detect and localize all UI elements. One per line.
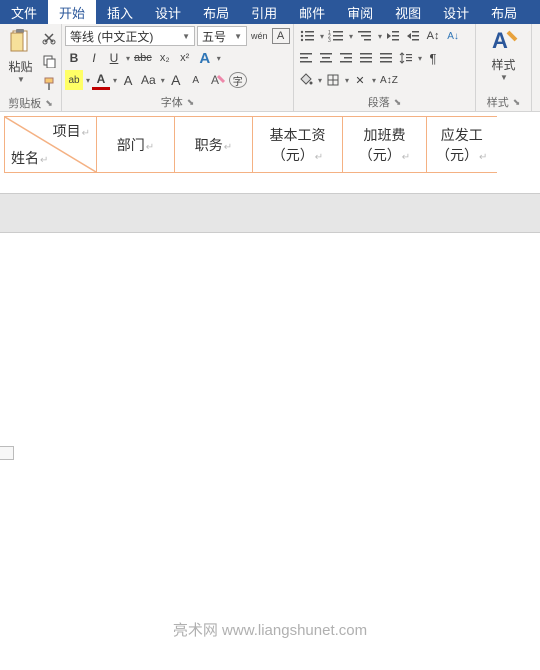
enclose-char-button[interactable]: 字 <box>229 72 247 88</box>
styles-button[interactable]: A 样式 ▼ <box>486 26 522 86</box>
clear-format-button[interactable]: A <box>207 70 227 90</box>
align-center-button[interactable] <box>317 48 335 68</box>
diag-bottom-label: 姓名↵ <box>11 148 48 168</box>
tab-design[interactable]: 设计 <box>144 0 192 24</box>
align-distributed-button[interactable] <box>377 48 395 68</box>
table-header-cell[interactable]: 部门↵ <box>97 117 175 173</box>
bold-button[interactable]: B <box>65 48 83 68</box>
tab-table-design[interactable]: 设计 <box>432 0 480 24</box>
document-area[interactable]: 项目↵ 姓名↵ 部门↵ 职务↵ 基本工资（元）↵ 加班费（元）↵ 应发工（元）↵ <box>0 116 540 556</box>
align-justify-button[interactable] <box>357 48 375 68</box>
change-case-button[interactable]: Aa <box>139 70 158 90</box>
tab-table-layout[interactable]: 布局 <box>480 0 528 24</box>
group-paragraph: ▾ 123▾ ▾ A↕ A↓ ▾ ¶ ▾ ▾ ✕▾ A↕Z <box>294 24 476 111</box>
chevron-down-icon: ▼ <box>500 73 508 82</box>
sort-button[interactable]: A↓ <box>444 26 462 46</box>
svg-text:3: 3 <box>328 38 331 43</box>
multilevel-list-button[interactable] <box>355 26 375 46</box>
paste-button[interactable]: 粘贴 ▼ <box>3 26 38 86</box>
font-size-select[interactable]: 五号▼ <box>197 26 247 46</box>
diagonal-header-cell[interactable]: 项目↵ 姓名↵ <box>5 117 97 173</box>
page-break-gap <box>0 193 540 233</box>
paste-label: 粘贴 <box>8 58 32 75</box>
italic-button[interactable]: I <box>85 48 103 68</box>
highlight-button[interactable]: ab <box>65 70 83 90</box>
tab-file[interactable]: 文件 <box>0 0 48 24</box>
grow-font-button[interactable]: A <box>167 70 185 90</box>
dialog-launcher-icon[interactable]: ⬊ <box>513 97 521 108</box>
svg-text:A: A <box>492 28 508 53</box>
copy-button[interactable] <box>40 51 58 71</box>
text-direction-button[interactable]: A↕ <box>424 26 442 46</box>
tab-home[interactable]: 开始 <box>48 0 96 24</box>
table-header-cell[interactable]: 应发工（元）↵ <box>427 117 497 173</box>
salary-table[interactable]: 项目↵ 姓名↵ 部门↵ 职务↵ 基本工资（元）↵ 加班费（元）↵ 应发工（元）↵ <box>4 116 497 173</box>
underline-button[interactable]: U <box>105 48 123 68</box>
align-left-button[interactable] <box>297 48 315 68</box>
chevron-down-icon: ▼ <box>17 75 25 84</box>
table-header-cell[interactable]: 加班费（元）↵ <box>343 117 427 173</box>
table-row: 项目↵ 姓名↵ 部门↵ 职务↵ 基本工资（元）↵ 加班费（元）↵ 应发工（元）↵ <box>5 117 497 173</box>
tab-layout[interactable]: 布局 <box>192 0 240 24</box>
styles-icon: A <box>490 26 518 56</box>
paste-icon <box>7 26 35 58</box>
char-border-button[interactable]: A <box>272 28 290 44</box>
shrink-font-button[interactable]: A <box>187 70 205 90</box>
borders-button[interactable] <box>324 70 342 90</box>
diag-top-label: 项目↵ <box>53 121 90 141</box>
group-styles-label: 样式 <box>487 94 509 110</box>
bullets-button[interactable] <box>297 26 317 46</box>
dialog-launcher-icon[interactable]: ⬊ <box>45 98 53 109</box>
subscript-button[interactable]: x₂ <box>156 48 174 68</box>
group-clipboard: 粘贴 ▼ 剪贴板 ⬊ <box>0 24 62 111</box>
strike-button[interactable]: abc <box>132 48 154 68</box>
numbering-button[interactable]: 123 <box>326 26 346 46</box>
show-marks-button[interactable]: ¶ <box>424 48 442 68</box>
group-font-label: 字体 <box>161 94 183 110</box>
text-effects-button[interactable]: A <box>196 48 214 68</box>
shading-button[interactable] <box>297 70 315 90</box>
tab-insert[interactable]: 插入 <box>96 0 144 24</box>
decrease-indent-button[interactable] <box>384 26 402 46</box>
snap-grid-button[interactable]: ✕ <box>351 70 369 90</box>
group-font: 等线 (中文正文)▼ 五号▼ wén A B I U▾ abc x₂ x² A▾… <box>62 24 294 111</box>
tab-review[interactable]: 审阅 <box>336 0 384 24</box>
group-styles: A 样式 ▼ 样式 ⬊ <box>476 24 532 111</box>
increase-indent-button[interactable] <box>404 26 422 46</box>
table-header-cell[interactable]: 职务↵ <box>175 117 253 173</box>
tab-references[interactable]: 引用 <box>240 0 288 24</box>
line-spacing-button[interactable] <box>397 48 415 68</box>
dialog-launcher-icon[interactable]: ⬊ <box>394 97 402 108</box>
watermark: 亮术网 www.liangshunet.com <box>0 619 540 640</box>
superscript-button[interactable]: x² <box>176 48 194 68</box>
char-shading-button[interactable]: A <box>119 70 137 90</box>
align-right-button[interactable] <box>337 48 355 68</box>
cut-button[interactable] <box>40 28 58 48</box>
sort-az-button[interactable]: A↕Z <box>378 70 400 90</box>
format-painter-button[interactable] <box>40 74 58 94</box>
svg-text:A: A <box>211 73 219 87</box>
tab-mailings[interactable]: 邮件 <box>288 0 336 24</box>
ribbon: 粘贴 ▼ 剪贴板⬊ 等线 (中文正文)▼ 五号▼ wén A B I U▾ <box>0 24 540 112</box>
phonetic-guide-button[interactable]: wén <box>249 26 270 46</box>
tab-view[interactable]: 视图 <box>384 0 432 24</box>
group-para-label: 段落 <box>368 94 390 110</box>
ruler-marker <box>0 446 14 460</box>
group-clipboard-label: 剪贴板 <box>8 95 41 111</box>
font-name-select[interactable]: 等线 (中文正文)▼ <box>65 26 195 46</box>
table-header-cell[interactable]: 基本工资（元）↵ <box>253 117 343 173</box>
font-color-button[interactable]: A <box>92 70 110 90</box>
menu-bar: 文件 开始 插入 设计 布局 引用 邮件 审阅 视图 设计 布局 <box>0 0 540 24</box>
dialog-launcher-icon[interactable]: ⬊ <box>187 97 195 108</box>
